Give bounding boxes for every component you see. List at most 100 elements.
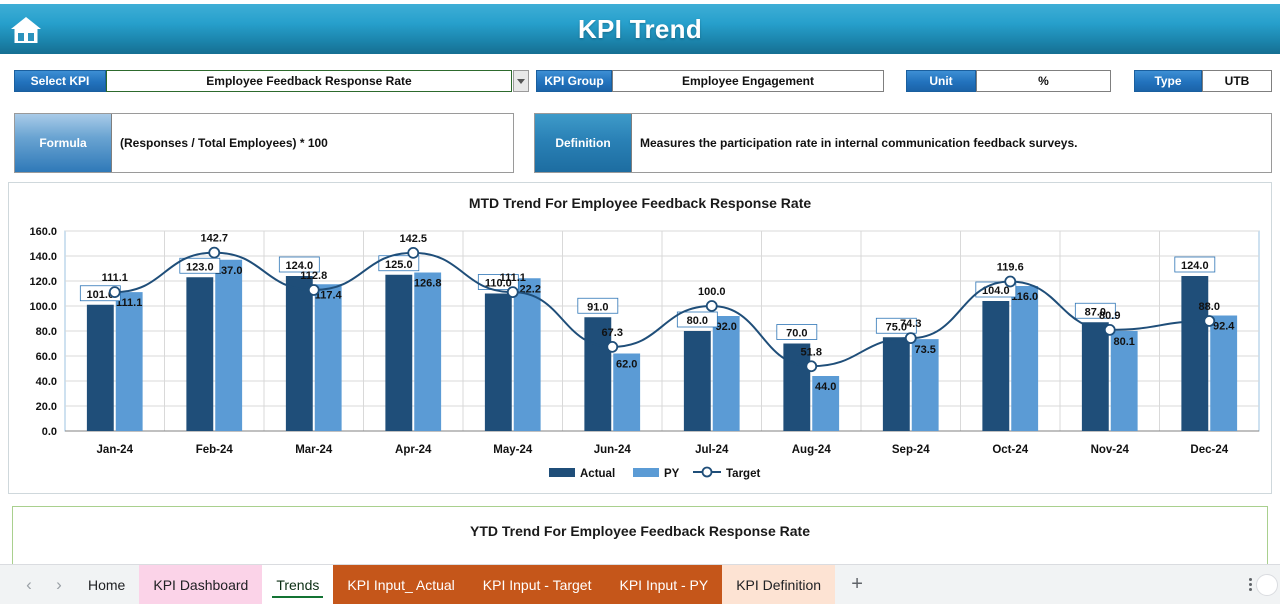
x-axis-tick: Oct-24 <box>992 444 1028 456</box>
bar-actual[interactable] <box>186 277 214 431</box>
bar-py[interactable] <box>115 292 143 431</box>
bar-actual-label: 91.0 <box>587 301 608 313</box>
legend-label-py: PY <box>664 468 680 480</box>
bar-actual[interactable] <box>385 274 413 431</box>
add-sheet-button[interactable]: + <box>835 565 879 604</box>
bar-py-label: 92.4 <box>1213 321 1235 333</box>
target-marker[interactable] <box>108 286 121 299</box>
x-axis-tick: Jun-24 <box>594 444 632 456</box>
x-axis-tick: May-24 <box>493 444 533 456</box>
bar-actual[interactable] <box>484 293 512 432</box>
sheet-tab-kpi-input-actual[interactable]: KPI Input_ Actual <box>333 564 469 604</box>
formula-value: (Responses / Total Employees) * 100 <box>120 136 328 150</box>
bar-py[interactable] <box>1210 315 1238 432</box>
page-header: KPI Trend <box>0 4 1280 54</box>
target-marker[interactable] <box>208 246 221 259</box>
kpi-group-value: Employee Engagement <box>612 70 884 92</box>
target-marker[interactable] <box>904 332 917 345</box>
target-label: 67.3 <box>602 327 623 339</box>
home-icon[interactable] <box>6 10 46 50</box>
target-label: 142.5 <box>399 233 427 245</box>
bar-actual[interactable] <box>86 304 114 431</box>
target-label: 80.9 <box>1099 310 1120 322</box>
bar-py[interactable] <box>314 284 342 431</box>
bar-actual[interactable] <box>683 331 711 431</box>
definition-value: Measures the participation rate in inter… <box>640 136 1078 150</box>
scroll-handle[interactable] <box>1256 573 1278 596</box>
sheet-tab-trends[interactable]: Trends <box>262 564 334 604</box>
x-axis-tick: Dec-24 <box>1190 444 1228 456</box>
target-marker[interactable] <box>1203 315 1216 327</box>
target-marker[interactable] <box>407 246 420 259</box>
bar-py[interactable] <box>1011 286 1039 431</box>
y-axis-tick: 80.0 <box>36 326 57 338</box>
sheet-tab-kpi-dashboard[interactable]: KPI Dashboard <box>139 564 263 604</box>
target-marker[interactable] <box>1004 275 1017 288</box>
legend-marker-target <box>701 466 713 478</box>
info-row: Formula (Responses / Total Employees) * … <box>0 110 1280 176</box>
bar-actual[interactable] <box>982 301 1010 431</box>
kpi-trend-page: KPI Trend Select KPI Employee Feedback R… <box>0 0 1280 604</box>
target-label: 142.7 <box>200 233 228 245</box>
target-label: 111.1 <box>500 272 526 284</box>
legend-label-target: Target <box>726 468 760 480</box>
legend-swatch-actual <box>549 468 575 477</box>
bar-py[interactable] <box>215 259 243 431</box>
type-label: Type <box>1134 70 1202 92</box>
bar-actual-label: 124.0 <box>1181 260 1209 272</box>
sheet-tab-kpi-definition[interactable]: KPI Definition <box>722 564 836 604</box>
bar-py-label: 62.0 <box>616 359 637 371</box>
sheet-tab-kpi-input-py[interactable]: KPI Input - PY <box>605 564 723 604</box>
bar-py-label: 126.8 <box>414 278 442 290</box>
chevron-right-icon[interactable]: › <box>44 570 74 600</box>
bar-py[interactable] <box>712 316 740 431</box>
select-kpi-value[interactable]: Employee Feedback Response Rate <box>106 70 512 92</box>
page-title: KPI Trend <box>577 13 703 44</box>
x-axis-tick: Apr-24 <box>395 444 432 456</box>
mtd-chart[interactable]: 0.0 20.0 40.0 60.0 80.0 100.0 120.0 140.0 160.0 1… <box>9 183 1273 495</box>
target-label: 119.6 <box>997 262 1024 274</box>
chevron-down-icon[interactable] <box>513 70 529 92</box>
x-axis-tick: Aug-24 <box>792 444 832 456</box>
target-marker[interactable] <box>506 286 519 299</box>
legend-swatch-py <box>633 468 659 477</box>
selector-row: Select KPI Employee Feedback Response Ra… <box>0 62 1280 100</box>
y-axis-tick: 160.0 <box>29 226 57 238</box>
y-axis-tick: 60.0 <box>36 351 57 363</box>
bar-actual[interactable] <box>1181 276 1209 431</box>
target-label: 74.3 <box>900 318 921 330</box>
y-axis-tick: 140.0 <box>29 251 57 263</box>
sheet-tab-home[interactable]: Home <box>74 565 139 604</box>
select-kpi-label: Select KPI <box>14 70 106 92</box>
target-marker[interactable] <box>1103 323 1116 336</box>
definition-box: Definition Measures the participation ra… <box>534 113 1272 173</box>
formula-label: Formula <box>15 114 112 172</box>
chevron-left-icon[interactable]: ‹ <box>14 570 44 600</box>
unit-value: % <box>976 70 1111 92</box>
y-axis-tick: 120.0 <box>29 276 57 288</box>
kebab-menu-icon[interactable] <box>1249 578 1252 591</box>
legend-label-actual: Actual <box>580 468 615 480</box>
bar-py-label: 92.0 <box>715 321 736 333</box>
sheet-tab-bar: ‹ › Home KPI Dashboard Trends KPI Input_ Ac… <box>0 564 1280 604</box>
bar-actual[interactable] <box>1081 322 1109 431</box>
x-axis-tick: Feb-24 <box>196 444 234 456</box>
x-axis-tick: Nov-24 <box>1091 444 1130 456</box>
bar-py-label: 80.1 <box>1113 336 1134 348</box>
sheet-tab-kpi-input-target[interactable]: KPI Input - Target <box>468 564 606 604</box>
bar-actual[interactable] <box>882 337 910 431</box>
target-marker[interactable] <box>307 284 320 296</box>
target-label: 100.0 <box>698 286 726 298</box>
target-label: 51.8 <box>801 346 822 358</box>
target-marker[interactable] <box>606 340 619 353</box>
bar-actual-label: 70.0 <box>786 328 807 340</box>
bar-actual-label: 123.0 <box>186 261 214 273</box>
target-label: 112.8 <box>300 270 327 282</box>
bar-py[interactable] <box>513 278 541 431</box>
x-axis-tick: Jan-24 <box>97 444 134 456</box>
type-value: UTB <box>1202 70 1272 92</box>
bar-actual[interactable] <box>285 276 313 431</box>
target-marker[interactable] <box>705 300 718 312</box>
target-marker[interactable] <box>805 360 818 373</box>
bar-py[interactable] <box>414 272 442 432</box>
